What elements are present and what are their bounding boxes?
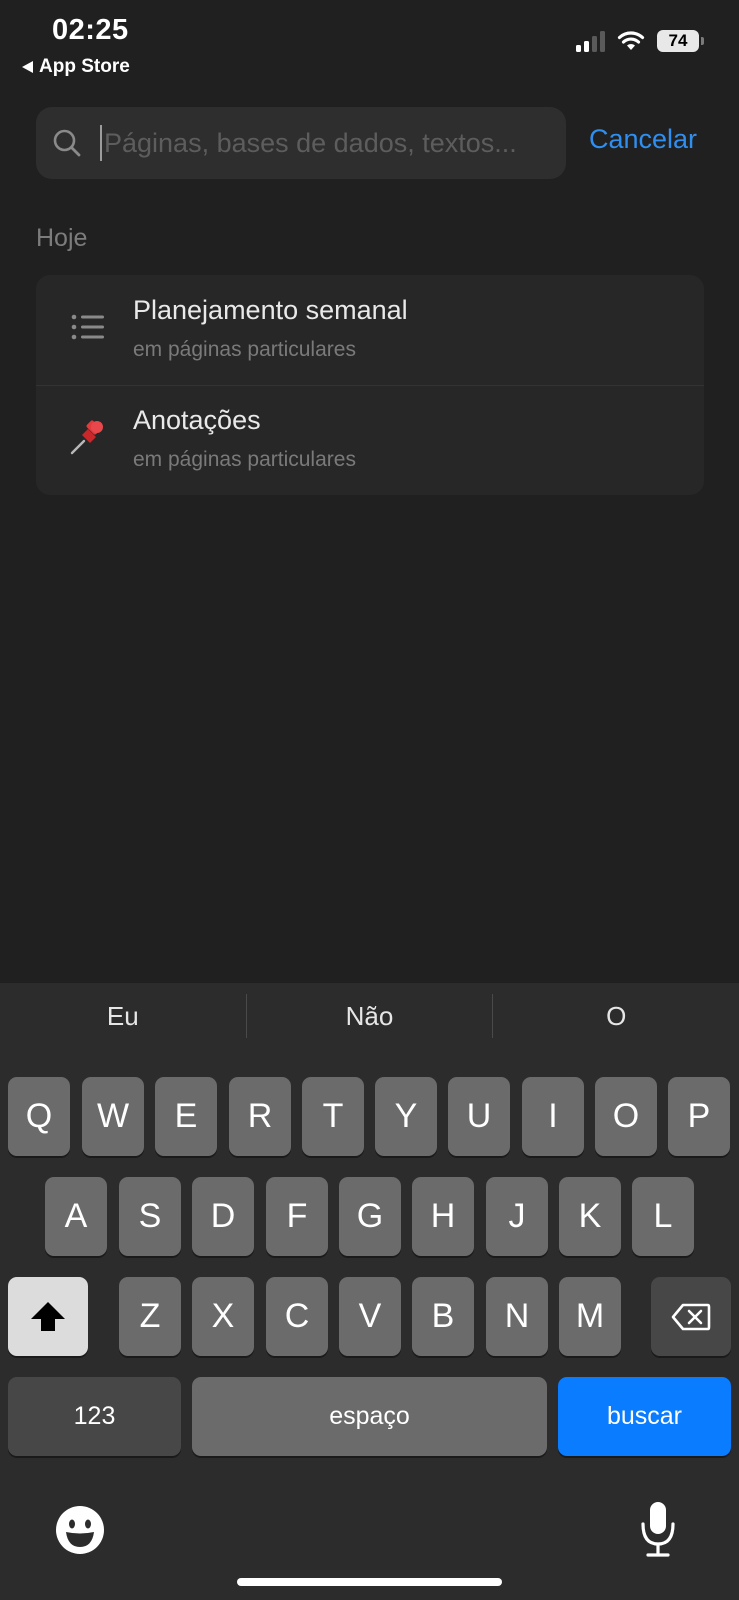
result-title: Anotações — [133, 405, 261, 435]
key-h[interactable]: H — [412, 1177, 474, 1256]
microphone-icon[interactable] — [640, 1500, 676, 1560]
key-v[interactable]: V — [339, 1277, 401, 1356]
results-list: Planejamento semanal em páginas particul… — [36, 275, 704, 495]
back-app-label: App Store — [39, 56, 130, 77]
keyboard: Eu Não O Q W E R T Y U I O P A S D F G H… — [0, 983, 739, 1600]
status-icons: 74 — [576, 30, 704, 52]
search-bar[interactable] — [36, 107, 566, 179]
section-title: Hoje — [36, 224, 88, 252]
key-x[interactable]: X — [192, 1277, 254, 1356]
search-go-key[interactable]: buscar — [558, 1377, 731, 1456]
key-e[interactable]: E — [155, 1077, 217, 1156]
predictive-bar: Eu Não O — [0, 983, 739, 1049]
search-icon — [53, 129, 81, 157]
key-j[interactable]: J — [486, 1177, 548, 1256]
key-a[interactable]: A — [45, 1177, 107, 1256]
key-s[interactable]: S — [119, 1177, 181, 1256]
key-c[interactable]: C — [266, 1277, 328, 1356]
shift-key[interactable] — [8, 1277, 88, 1356]
key-p[interactable]: P — [668, 1077, 730, 1156]
result-item-anotacoes[interactable]: Anotações em páginas particulares — [36, 385, 704, 495]
key-t[interactable]: T — [302, 1077, 364, 1156]
emoji-icon[interactable] — [55, 1505, 105, 1555]
suggestion-1[interactable]: Eu — [0, 1001, 246, 1032]
cancel-button[interactable]: Cancelar — [589, 124, 697, 155]
key-w[interactable]: W — [82, 1077, 144, 1156]
key-u[interactable]: U — [448, 1077, 510, 1156]
result-subtitle: em páginas particulares — [133, 338, 356, 361]
key-g[interactable]: G — [339, 1177, 401, 1256]
delete-key[interactable] — [651, 1277, 731, 1356]
cellular-signal-icon — [576, 30, 605, 52]
key-o[interactable]: O — [595, 1077, 657, 1156]
key-y[interactable]: Y — [375, 1077, 437, 1156]
key-l[interactable]: L — [632, 1177, 694, 1256]
key-i[interactable]: I — [522, 1077, 584, 1156]
pushpin-icon — [68, 417, 108, 457]
key-f[interactable]: F — [266, 1177, 328, 1256]
result-title: Planejamento semanal — [133, 295, 408, 325]
numbers-key[interactable]: 123 — [8, 1377, 181, 1456]
key-k[interactable]: K — [559, 1177, 621, 1256]
result-subtitle: em páginas particulares — [133, 448, 356, 471]
key-m[interactable]: M — [559, 1277, 621, 1356]
back-to-app-store[interactable]: App Store — [22, 56, 130, 78]
key-b[interactable]: B — [412, 1277, 474, 1356]
back-triangle-icon — [22, 61, 33, 73]
search-input[interactable] — [104, 127, 544, 159]
status-time: 02:25 — [52, 14, 129, 46]
home-indicator — [237, 1578, 502, 1586]
key-r[interactable]: R — [229, 1077, 291, 1156]
wifi-icon — [617, 31, 645, 50]
suggestion-2[interactable]: Não — [247, 1001, 493, 1032]
result-item-planejamento[interactable]: Planejamento semanal em páginas particul… — [36, 275, 704, 385]
delete-backspace-icon — [671, 1303, 711, 1330]
suggestion-3[interactable]: O — [493, 1001, 739, 1032]
key-d[interactable]: D — [192, 1177, 254, 1256]
shift-arrow-icon — [31, 1301, 65, 1331]
list-icon — [68, 307, 108, 347]
key-z[interactable]: Z — [119, 1277, 181, 1356]
key-q[interactable]: Q — [8, 1077, 70, 1156]
space-key[interactable]: espaço — [192, 1377, 547, 1456]
text-cursor — [100, 125, 102, 161]
battery-icon: 74 — [657, 30, 704, 52]
key-n[interactable]: N — [486, 1277, 548, 1356]
